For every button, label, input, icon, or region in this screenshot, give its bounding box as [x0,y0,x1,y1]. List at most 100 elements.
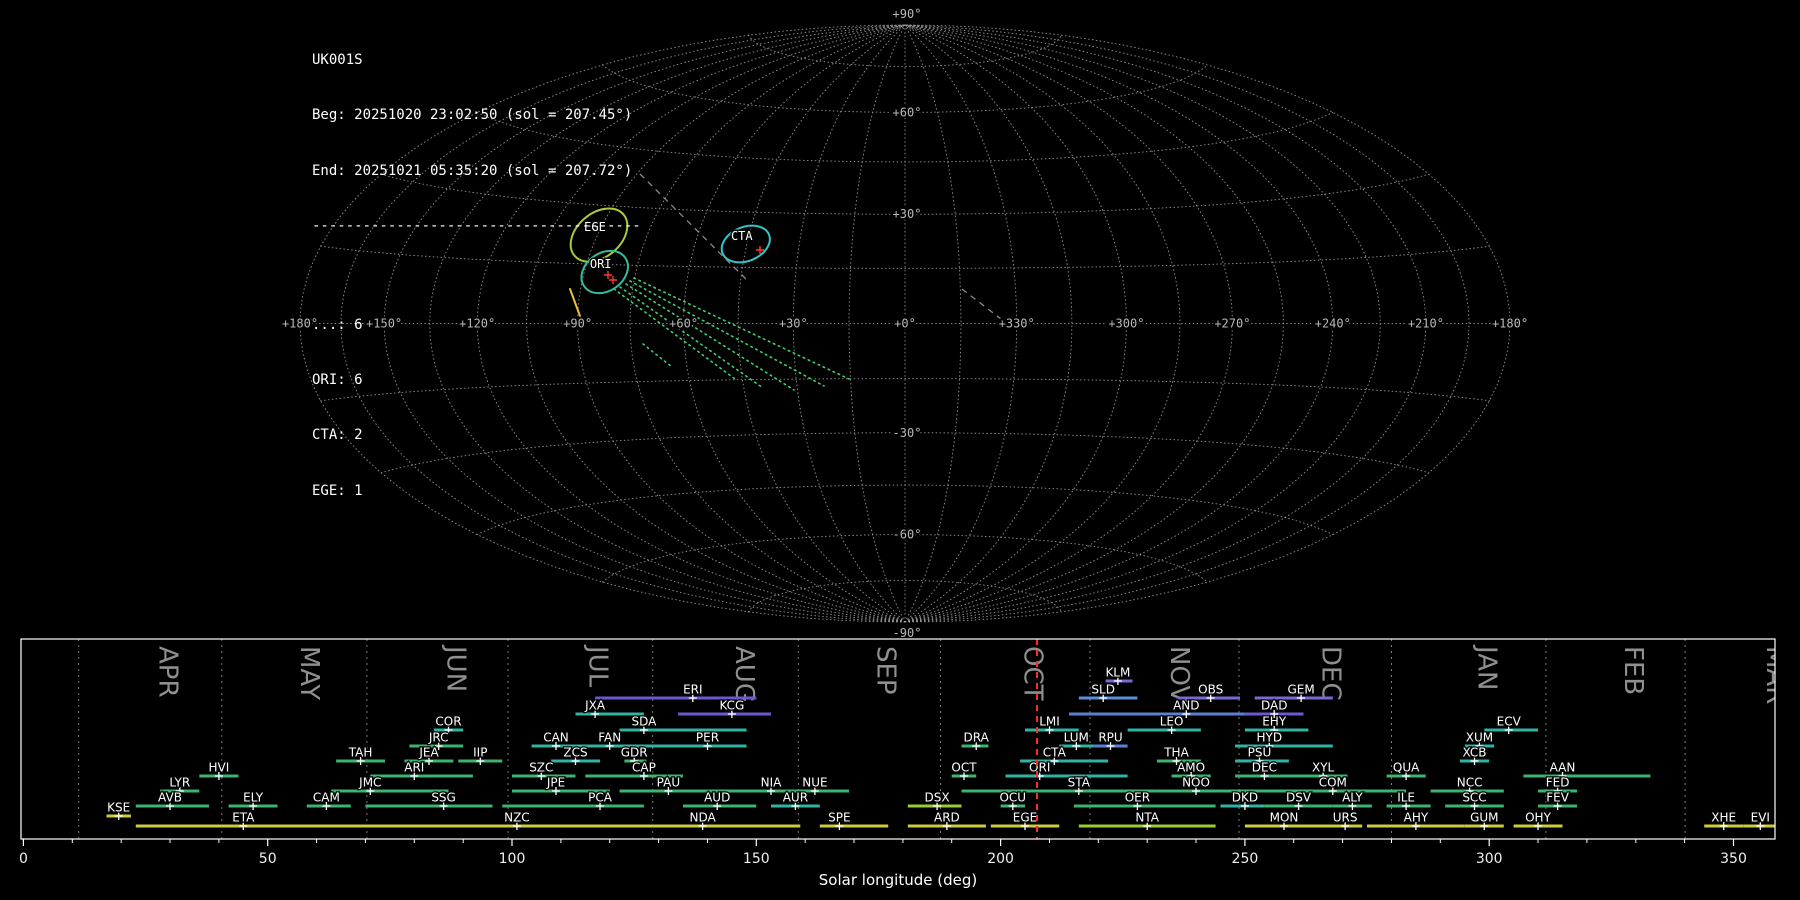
shower-label: SDA [631,715,657,729]
shower-label: JMC [358,776,381,790]
x-tick-label: 150 [743,851,770,867]
longitude-label: +60° [669,317,698,331]
shower-DSX: DSX [907,789,962,810]
shower-label: OHY [1525,811,1551,825]
longitude-label: +30° [779,317,808,331]
month-label: JUL [582,644,612,688]
month-label: NOV [1164,646,1194,703]
shower-label: THA [1163,746,1189,760]
shower-TAH: TAH [336,744,385,765]
shower-label: MON [1270,811,1299,825]
shower-label: AUD [704,791,730,805]
shower-label: OBS [1198,683,1223,697]
shower-OHY: OHY [1513,809,1563,830]
longitude-label: +180° [1492,317,1528,331]
month-label: AUG [729,646,759,703]
latitude-label: +60° [893,105,922,119]
parallel-line [747,580,1063,613]
latitude-label: +30° [893,207,922,221]
shower-label: PER [696,731,719,745]
shower-label: CAN [543,731,569,745]
longitude-label: +0° [894,317,916,331]
radiant-label: CTA [731,229,753,243]
shower-label: EHY [1262,715,1287,729]
session-info: UK001S Beg: 20251020 23:02:50 (sol = 207… [312,14,641,574]
shower-NTA: NTA [1078,809,1216,830]
shower-label: TAH [348,746,373,760]
session-begin: Beg: 20251020 23:02:50 (sol = 207.45°) [312,107,633,124]
shower-label: ZCS [563,746,587,760]
shower-label: ARD [934,811,960,825]
month-label: DEC [1315,646,1345,701]
shower-label: JPE [546,776,565,790]
meridian-line [792,24,906,623]
shower-label: ALY [1342,791,1363,805]
shower-label: KLM [1105,666,1130,680]
shower-NDA: NDA [624,809,801,830]
shower-label: PAU [657,776,680,790]
x-axis-title: Solar longitude (deg) [819,871,977,889]
activity-timeline: APR MAY JUN JUL AUG SEP OCT NOV DEC JAN FEB MARKLME… [19,638,1776,889]
shower-OCT: OCT [950,759,978,780]
shower-DSV: DSV [1264,789,1333,810]
shower-label: XUM [1466,731,1493,745]
shower-label: DSX [925,791,950,805]
month-label: APR [153,646,183,698]
shower-label: ECV [1497,715,1522,729]
shower-label: PCA [588,791,613,805]
shower-label: NCC [1457,776,1483,790]
shower-ZCS: ZCS [551,744,600,765]
x-tick-label: 50 [259,851,277,867]
shower-GUM: GUM [1464,809,1504,830]
shower-label: HYD [1257,731,1283,745]
shower-label: ORI [1029,761,1050,775]
shower-URS: URS [1323,809,1363,830]
shower-ARI: ARI [370,759,473,780]
x-tick-label: 250 [1232,851,1259,867]
shower-label: COM [1319,776,1347,790]
longitude-label: +240° [1315,317,1351,331]
shower-EVI: EVI [1743,809,1775,830]
meteor-trail [629,280,825,387]
shower-ILE: ILE [1386,789,1431,810]
x-tick-label: 100 [499,851,526,867]
shower-label: PSU [1248,746,1272,760]
shower-label: XHE [1711,811,1736,825]
shower-DRA: DRA [961,729,991,750]
shower-label: OCT [951,761,977,775]
count-ege: EGE: 1 [312,482,363,499]
shower-label: CAM [313,791,340,805]
shower-DEC: DEC [1235,759,1304,780]
latitude-label: -60° [893,528,922,542]
shower-SPE: SPE [819,809,889,830]
longitude-label: +300° [1108,317,1144,331]
shower-label: AUR [783,791,808,805]
shower-AAN: AAN [1523,759,1651,780]
longitude-label: +210° [1408,317,1444,331]
shower-AUD: AUD [683,789,757,810]
shower-CAM: CAM [306,789,351,810]
meridian-line [904,24,1073,623]
shower-PCA: PCA [502,789,644,810]
meteor-trail [625,283,795,391]
meteor-trail [619,286,764,389]
shower-ELY: ELY [228,789,278,810]
shower-label: GUM [1470,811,1498,825]
shower-label: AVB [158,791,182,805]
longitude-label: +270° [1214,317,1250,331]
shower-OER: OER [1073,789,1216,810]
shower-label: SZC [529,761,553,775]
shower-SLD: SLD [1078,681,1138,702]
shower-label: CAP [632,761,656,775]
meteor-trail [639,173,747,280]
shower-ALY: ALY [1332,789,1372,810]
shower-counts: ...: 6 ORI: 6 CTA: 2 EGE: 1 [312,279,641,538]
shower-IIP: IIP [458,744,503,765]
meteor-trail [642,343,673,368]
shower-label: KSE [107,801,130,815]
shower-label: ARI [404,761,424,775]
shower-FEV: FEV [1538,789,1578,810]
timeline-plot-area: APR MAY JUN JUL AUG SEP OCT NOV DEC JAN FEB MARKLME… [78,639,1775,839]
shower-label: EVI [1751,811,1770,825]
month-label: OCT [1017,646,1047,701]
